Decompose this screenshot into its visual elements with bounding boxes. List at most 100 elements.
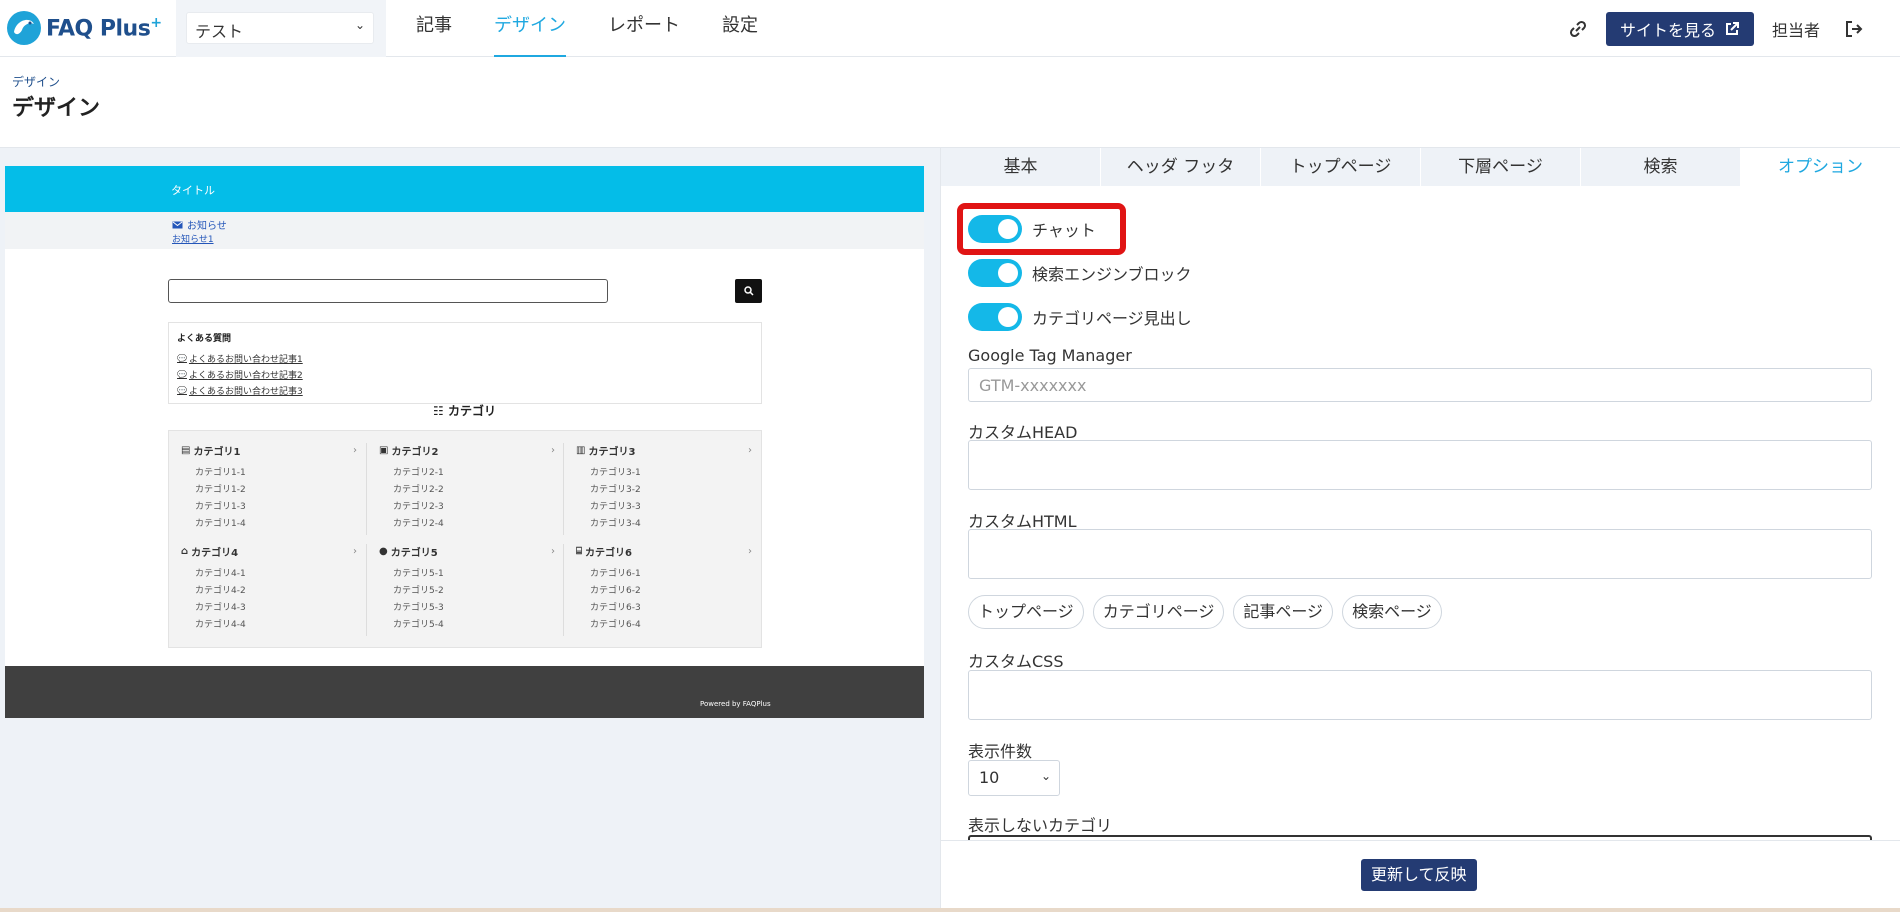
preview-header: タイトル — [5, 166, 924, 212]
preview-faq-item[interactable]: 💬 よくあるお問い合わせ記事1 — [177, 352, 303, 365]
chat-toggle[interactable] — [968, 215, 1022, 243]
square-icon: ▣ — [379, 445, 389, 456]
comments-icon: 💬 — [177, 386, 187, 395]
preview-subcategory[interactable]: カテゴリ2-3 — [393, 499, 444, 512]
tab-top-page[interactable]: トップページ — [1261, 148, 1421, 186]
nav-articles[interactable]: 記事 — [395, 0, 473, 57]
preview-subcategory[interactable]: カテゴリ3-1 — [590, 465, 641, 478]
preview-category-title[interactable]: ▥ カテゴリ3 › — [576, 443, 752, 458]
window-bottom-edge — [0, 908, 1900, 912]
preview-category-title[interactable]: ▤ カテゴリ1 › — [181, 443, 357, 458]
preview-subcategory[interactable]: カテゴリ3-2 — [590, 482, 641, 495]
chevron-right-icon: › — [551, 445, 555, 456]
custom-css-textarea[interactable] — [968, 670, 1872, 720]
chevron-right-icon: › — [748, 445, 752, 456]
page-title: デザイン — [12, 96, 101, 121]
gtm-input[interactable]: GTM-xxxxxxx — [968, 368, 1872, 402]
preview-subcategory[interactable]: カテゴリ1-4 — [195, 516, 246, 529]
preview-subcategory[interactable]: カテゴリ3-3 — [590, 499, 641, 512]
nav-design[interactable]: デザイン — [473, 0, 587, 57]
chevron-down-icon: ⌄ — [1040, 769, 1051, 783]
site-select-area: テスト ⌄ — [176, 0, 386, 57]
site-select[interactable]: テスト ⌄ — [186, 12, 374, 44]
preview-category: ▣ カテゴリ2 › カテゴリ2-1 カテゴリ2-2 カテゴリ2-3 カテゴリ2-4 — [366, 443, 564, 535]
logout-icon[interactable] — [1844, 19, 1864, 39]
preview-footer-text: Powered by FAQPlus — [700, 700, 771, 708]
view-site-button[interactable]: サイトを見る — [1605, 11, 1754, 46]
preview-category: ⌂ カテゴリ4 › カテゴリ4-1 カテゴリ4-2 カテゴリ4-3 カテゴリ4-4 — [169, 544, 367, 636]
preview-subcategory[interactable]: カテゴリ5-4 — [393, 617, 444, 630]
search-engine-block-label: 検索エンジンブロック — [1032, 265, 1192, 284]
preview-subcategory[interactable]: カテゴリ2-2 — [393, 482, 444, 495]
chip-article-page[interactable]: 記事ページ — [1233, 595, 1334, 629]
preview-subcategory[interactable]: カテゴリ4-4 — [195, 617, 246, 630]
preview-faq-heading: よくある質問 — [177, 334, 232, 344]
preview-subcategory[interactable]: カテゴリ1-3 — [195, 499, 246, 512]
panel-footer: 更新して反映 — [941, 840, 1900, 912]
preview-subcategory[interactable]: カテゴリ2-4 — [393, 516, 444, 529]
custom-css-label: カスタムCSS — [968, 652, 1064, 671]
preview-category: ● カテゴリ5 › カテゴリ5-1 カテゴリ5-2 カテゴリ5-3 カテゴリ5-4 — [366, 544, 564, 636]
preview-subcategory[interactable]: カテゴリ4-3 — [195, 600, 246, 613]
nav-settings[interactable]: 設定 — [701, 0, 779, 57]
preview-category-heading: ☷ カテゴリ — [433, 404, 496, 418]
display-count-select[interactable]: 10 ⌄ — [968, 760, 1060, 796]
preview-faq-item[interactable]: 💬 よくあるお問い合わせ記事3 — [177, 384, 303, 397]
settings-tabs: 基本 ヘッダ フッタ トップページ 下層ページ 検索 オプション — [941, 148, 1900, 186]
tab-search[interactable]: 検索 — [1581, 148, 1741, 186]
user-name[interactable]: 担当者 — [1772, 17, 1820, 41]
dolphin-logo-icon — [7, 11, 41, 45]
preview-faq-box: よくある質問 💬 よくあるお問い合わせ記事1 💬 よくあるお問い合わせ記事2 💬 よく… — [168, 322, 762, 404]
preview-search-input[interactable] — [168, 279, 608, 303]
chip-top-page[interactable]: トップページ — [968, 595, 1084, 629]
preview-subcategory[interactable]: カテゴリ4-1 — [195, 566, 246, 579]
preview-faq-item[interactable]: 💬 よくあるお問い合わせ記事2 — [177, 368, 303, 381]
search-engine-block-toggle[interactable] — [968, 259, 1022, 287]
chip-search-page[interactable]: 検索ページ — [1342, 595, 1442, 629]
preview-subcategory[interactable]: カテゴリ6-1 — [590, 566, 641, 579]
update-button[interactable]: 更新して反映 — [1361, 859, 1477, 891]
tab-basic[interactable]: 基本 — [941, 148, 1101, 186]
preview-news-item[interactable]: お知らせ1 — [172, 232, 214, 245]
preview-subcategory[interactable]: カテゴリ2-1 — [393, 465, 444, 478]
faqplus-logo[interactable]: FAQ Plus+ — [6, 7, 162, 49]
preview-subcategory[interactable]: カテゴリ4-2 — [195, 583, 246, 596]
preview-category-title[interactable]: ⌸ カテゴリ6 › — [576, 544, 752, 559]
page-chips: トップページ カテゴリページ 記事ページ 検索ページ — [968, 595, 1451, 629]
preview-news-heading: お知らせ — [172, 217, 227, 232]
top-right-actions: サイトを見る 担当者 — [1568, 0, 1900, 57]
link-icon[interactable] — [1568, 19, 1588, 39]
preview-category-title[interactable]: ● カテゴリ5 › — [379, 544, 555, 559]
preview-subcategory[interactable]: カテゴリ1-2 — [195, 482, 246, 495]
preview-subcategory[interactable]: カテゴリ5-1 — [393, 566, 444, 579]
settings-panel: 基本 ヘッダ フッタ トップページ 下層ページ 検索 オプション チャット 検索… — [940, 148, 1900, 912]
preview-subcategory[interactable]: カテゴリ5-2 — [393, 583, 444, 596]
preview-subcategory[interactable]: カテゴリ1-1 — [195, 465, 246, 478]
nav-report[interactable]: レポート — [587, 0, 701, 57]
preview-category-title[interactable]: ▣ カテゴリ2 › — [379, 443, 555, 458]
preview-subcategory[interactable]: カテゴリ6-3 — [590, 600, 641, 613]
preview-search-button[interactable] — [735, 279, 762, 303]
category-heading-toggle[interactable] — [968, 303, 1022, 331]
hidden-category-label: 表示しないカテゴリ — [968, 816, 1113, 835]
preview-subcategory[interactable]: カテゴリ6-2 — [590, 583, 641, 596]
tab-sub-page[interactable]: 下層ページ — [1421, 148, 1581, 186]
tab-header-footer[interactable]: ヘッダ フッタ — [1101, 148, 1261, 186]
preview-category: ⌸ カテゴリ6 › カテゴリ6-1 カテゴリ6-2 カテゴリ6-3 カテゴリ6-4 — [563, 544, 761, 636]
preview-category-title[interactable]: ⌂ カテゴリ4 › — [181, 544, 357, 559]
preview-subcategory[interactable]: カテゴリ3-4 — [590, 516, 641, 529]
tab-options[interactable]: オプション — [1741, 148, 1900, 186]
preview-category: ▥ カテゴリ3 › カテゴリ3-1 カテゴリ3-2 カテゴリ3-3 カテゴリ3-4 — [563, 443, 761, 535]
preview-subcategory[interactable]: カテゴリ6-4 — [590, 617, 641, 630]
preview-news: お知らせ お知らせ1 — [5, 212, 924, 249]
custom-head-textarea[interactable] — [968, 440, 1872, 490]
breadcrumb[interactable]: デザイン — [12, 73, 60, 90]
category-heading-toggle-row: カテゴリページ見出し — [968, 303, 1192, 331]
category-heading-label: カテゴリページ見出し — [1032, 309, 1192, 328]
chevron-right-icon: › — [353, 546, 357, 557]
top-nav-bar: FAQ Plus+ テスト ⌄ 記事 デザイン レポート 設定 サイトを見る 担… — [0, 0, 1900, 57]
custom-html-textarea[interactable] — [968, 529, 1872, 579]
preview-subcategory[interactable]: カテゴリ5-3 — [393, 600, 444, 613]
chip-category-page[interactable]: カテゴリページ — [1092, 595, 1225, 629]
preview-footer: Powered by FAQPlus — [5, 666, 924, 718]
